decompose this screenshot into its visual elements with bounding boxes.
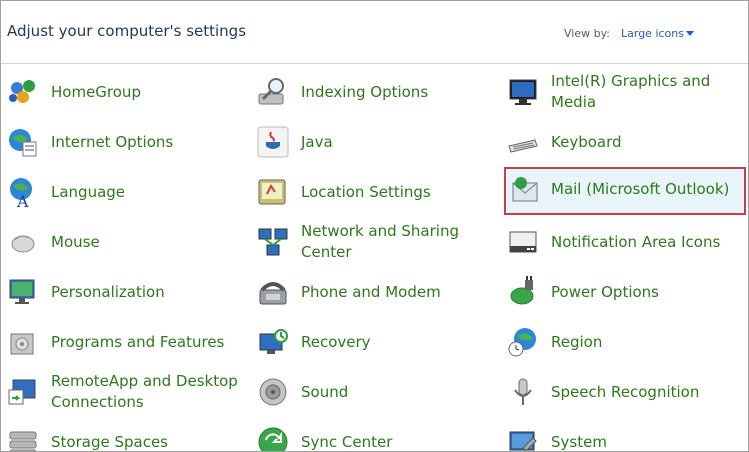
item-label: HomeGroup — [51, 82, 141, 101]
personalization-icon — [9, 279, 35, 304]
item-java[interactable]: Java — [257, 120, 495, 164]
power-icon — [510, 276, 534, 305]
notification-icon — [509, 231, 537, 253]
java-icon — [257, 126, 289, 158]
item-speech-recognition[interactable]: Speech Recognition — [507, 370, 745, 414]
svg-text:A: A — [16, 192, 29, 208]
item-label: Intel(R) Graphics and Media — [551, 72, 711, 111]
location-icon — [258, 179, 286, 205]
intel-graphics-icon — [509, 79, 537, 105]
item-personalization[interactable]: Personalization — [7, 270, 245, 314]
item-label: Phone and Modem — [301, 282, 441, 301]
programs-icon — [10, 333, 34, 355]
mouse-icon — [11, 235, 35, 253]
item-label: Power Options — [551, 282, 659, 301]
item-mouse[interactable]: Mouse — [7, 220, 245, 264]
item-notification-area[interactable]: Notification Area Icons — [507, 220, 745, 264]
item-label: Mail (Microsoft Outlook) — [551, 179, 730, 198]
storage-icon — [9, 431, 37, 451]
item-label: System — [551, 432, 607, 451]
item-label: Personalization — [51, 282, 165, 301]
item-label: Location Settings — [301, 182, 431, 201]
item-recovery[interactable]: Recovery — [257, 320, 495, 364]
page-title: Adjust your computer's settings — [7, 22, 247, 40]
item-label: Internet Options — [51, 132, 174, 151]
item-label: Mouse — [51, 232, 100, 251]
mail-icon — [512, 177, 538, 202]
region-icon — [508, 328, 536, 357]
indexing-icon — [258, 78, 284, 105]
system-icon — [509, 431, 537, 451]
item-mail-outlook[interactable]: Mail (Microsoft Outlook) — [504, 167, 746, 215]
item-indexing-options[interactable]: Indexing Options — [257, 70, 495, 114]
item-programs[interactable]: Programs and Features — [7, 320, 245, 364]
item-label: Storage Spaces — [51, 432, 168, 451]
item-label: Notification Area Icons — [551, 232, 721, 251]
item-label: Programs and Features — [51, 332, 225, 351]
view-by-dropdown[interactable]: Large icons — [621, 27, 684, 40]
remoteapp-icon — [8, 379, 36, 405]
sound-icon — [259, 378, 287, 406]
item-storage-spaces[interactable]: Storage Spaces — [7, 420, 245, 451]
keyboard-icon — [508, 139, 538, 153]
item-label: Java — [301, 132, 333, 151]
item-sound[interactable]: Sound — [257, 370, 495, 414]
item-label: Indexing Options — [301, 82, 429, 101]
item-label: Network and Sharing Center — [301, 222, 459, 261]
item-label: Language — [51, 182, 126, 201]
view-by-label: View by: — [564, 27, 610, 40]
item-label: Keyboard — [551, 132, 622, 151]
item-language[interactable]: A Language — [7, 170, 245, 214]
item-internet-options[interactable]: Internet Options — [7, 120, 245, 164]
language-icon: A — [10, 178, 32, 208]
item-label: Speech Recognition — [551, 382, 700, 401]
chevron-down-icon[interactable] — [686, 31, 694, 36]
item-label: Sync Center — [301, 432, 393, 451]
homegroup-icon — [9, 80, 35, 103]
header-divider — [1, 63, 748, 64]
item-phone-modem[interactable]: Phone and Modem — [257, 270, 495, 314]
item-remoteapp[interactable]: RemoteApp and Desktop Connections — [7, 370, 245, 414]
phone-icon — [259, 282, 287, 305]
item-label: RemoteApp and Desktop Connections — [51, 372, 238, 411]
recovery-icon — [259, 329, 288, 354]
item-label: Recovery — [301, 332, 371, 351]
sync-icon — [258, 427, 288, 451]
network-icon — [258, 228, 288, 256]
control-panel-window: Adjust your computer's settings View by:… — [0, 0, 749, 452]
item-power-options[interactable]: Power Options — [507, 270, 745, 314]
item-intel-graphics[interactable]: Intel(R) Graphics and Media — [507, 70, 745, 114]
item-label: Sound — [301, 382, 349, 401]
item-sync-center[interactable]: Sync Center — [257, 420, 495, 451]
internet-options-icon — [9, 129, 37, 157]
item-region[interactable]: Region — [507, 320, 745, 364]
item-homegroup[interactable]: HomeGroup — [7, 70, 245, 114]
item-keyboard[interactable]: Keyboard — [507, 120, 745, 164]
item-location-settings[interactable]: Location Settings — [257, 170, 495, 214]
speech-icon — [514, 378, 532, 405]
item-network-sharing[interactable]: Network and Sharing Center — [257, 220, 495, 264]
item-system[interactable]: System — [507, 420, 745, 451]
item-label: Region — [551, 332, 603, 351]
